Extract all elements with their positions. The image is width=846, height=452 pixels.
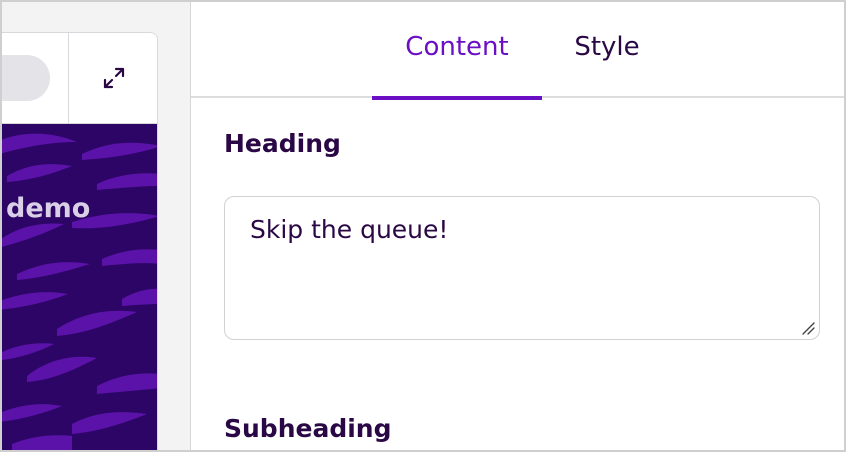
tab-bar: Content Style bbox=[191, 2, 844, 100]
tab-content-label: Content bbox=[405, 32, 509, 62]
preview-banner: demo bbox=[2, 124, 157, 450]
resize-handle-icon[interactable] bbox=[800, 320, 816, 336]
preview-toolbar bbox=[2, 33, 157, 124]
expand-arrows-icon bbox=[103, 67, 124, 89]
banner-pattern bbox=[2, 133, 157, 450]
heading-field-label: Heading bbox=[224, 129, 341, 158]
expand-preview-button[interactable] bbox=[69, 33, 157, 123]
tab-style-label: Style bbox=[574, 32, 640, 62]
heading-textarea-value: Skip the queue! bbox=[250, 215, 449, 244]
editor-pane: Content Style Heading Skip the queue! Su… bbox=[191, 2, 844, 450]
banner-title: demo bbox=[6, 193, 91, 224]
preview-pane: demo bbox=[2, 2, 191, 450]
tab-content[interactable]: Content bbox=[372, 2, 542, 100]
app-frame: demo Content Style Heading Skip the queu… bbox=[0, 0, 846, 452]
subheading-field-label: Subheading bbox=[224, 414, 392, 443]
preview-card: demo bbox=[2, 32, 158, 450]
heading-textarea[interactable]: Skip the queue! bbox=[224, 196, 820, 340]
tab-style[interactable]: Style bbox=[557, 2, 657, 98]
preview-url-pill[interactable] bbox=[2, 55, 50, 101]
